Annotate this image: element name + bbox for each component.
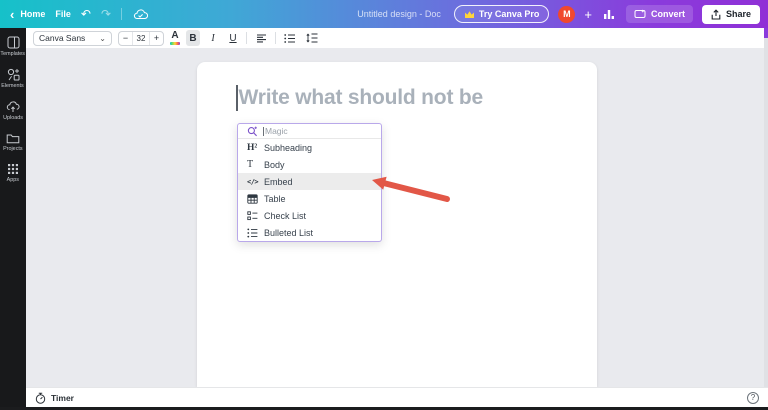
convert-label: Convert <box>650 9 685 19</box>
document-title[interactable]: Untitled design - Doc <box>357 9 441 19</box>
sidebar-item-label: Templates <box>0 51 26 57</box>
font-family-value: Canva Sans <box>39 33 86 43</box>
toolbar-divider <box>246 32 247 44</box>
document-canvas: Write what should not be Magic H² Subhea… <box>26 28 768 387</box>
sidebar-item-uploads[interactable]: Uploads <box>0 100 26 121</box>
font-size-value[interactable]: 32 <box>132 31 150 45</box>
apps-icon <box>8 164 18 174</box>
heading-line[interactable]: Write what should not be <box>236 85 483 111</box>
insert-element-dropdown: Magic H² Subheading T Body </> Embed Tab… <box>237 123 382 242</box>
bulleted-list-icon[interactable] <box>282 30 298 46</box>
font-size-decrease-button[interactable]: − <box>119 32 132 45</box>
topbar-divider <box>121 8 122 20</box>
menu-item-embed[interactable]: </> Embed <box>238 173 381 190</box>
font-size-stepper: − 32 + <box>118 30 164 46</box>
sidebar-item-label: Projects <box>3 146 23 152</box>
bold-button[interactable]: B <box>186 30 200 46</box>
timer-icon <box>35 392 46 404</box>
bulleted-list-icon <box>247 228 264 238</box>
redo-icon[interactable]: ↷ <box>101 8 111 20</box>
back-chevron-icon[interactable]: ‹ <box>10 8 14 21</box>
sidebar: Templates Elements Uploads Projects Apps <box>0 28 26 410</box>
crown-icon <box>464 10 474 18</box>
avatar[interactable]: M <box>558 5 576 23</box>
sidebar-item-apps[interactable]: Apps <box>0 163 26 183</box>
canva-doc-editor: ‹ Home File ↶ ↷ Untitled design - Doc Tr… <box>0 0 768 410</box>
uploads-icon <box>6 101 20 112</box>
try-canva-pro-label: Try Canva Pro <box>478 9 540 19</box>
elements-icon <box>7 68 19 81</box>
text-cursor <box>236 85 238 111</box>
statusbar: Timer ? <box>26 387 768 407</box>
font-size-increase-button[interactable]: + <box>150 32 163 45</box>
body-text-icon: T <box>247 159 254 170</box>
add-member-button[interactable]: + <box>584 7 592 22</box>
font-family-select[interactable]: Canva Sans ⌄ <box>33 30 112 46</box>
cloud-save-icon[interactable] <box>132 6 148 22</box>
underline-button[interactable]: U <box>226 30 240 46</box>
sidebar-item-label: Elements <box>1 83 25 89</box>
line-spacing-icon[interactable] <box>304 30 320 46</box>
projects-icon <box>6 134 20 144</box>
convert-button[interactable]: Convert <box>625 5 693 23</box>
timer-label: Timer <box>51 392 74 403</box>
menu-item-table[interactable]: Table <box>238 190 381 207</box>
sidebar-item-label: Apps <box>6 177 20 183</box>
sidebar-item-templates[interactable]: Templates <box>0 36 26 57</box>
share-label: Share <box>725 9 751 19</box>
sidebar-item-projects[interactable]: Projects <box>0 132 26 152</box>
text-color-button[interactable]: A <box>170 31 180 45</box>
help-button[interactable]: ? <box>747 391 759 404</box>
share-button[interactable]: Share <box>701 4 760 24</box>
topbar-left-group: ‹ Home File ↶ ↷ <box>0 6 148 22</box>
topbar-right-group: Untitled design - Doc Try Canva Pro M + <box>357 4 768 24</box>
timer-button[interactable]: Timer <box>35 392 74 404</box>
menu-item-body[interactable]: T Body <box>238 156 381 173</box>
text-color-letter: A <box>171 30 179 42</box>
format-toolbar: Canva Sans ⌄ − 32 + A B I U <box>26 28 768 48</box>
insights-chart-icon[interactable] <box>601 6 617 22</box>
sidebar-item-elements[interactable]: Elements <box>0 68 26 89</box>
convert-icon <box>634 9 646 18</box>
heading-placeholder-text: Write what should not be <box>238 86 484 109</box>
vertical-scrollbar[interactable] <box>764 28 768 387</box>
scrollbar-thumb[interactable] <box>764 28 768 38</box>
subheading-icon: H² <box>247 142 258 153</box>
toolbar-divider <box>275 32 276 44</box>
magic-search-placeholder: Magic <box>265 126 288 136</box>
try-canva-pro-button[interactable]: Try Canva Pro <box>453 5 550 23</box>
file-menu-button[interactable]: File <box>55 9 71 19</box>
share-icon <box>711 8 721 20</box>
topbar: ‹ Home File ↶ ↷ Untitled design - Doc Tr… <box>0 0 768 28</box>
rainbow-color-bar <box>170 42 180 45</box>
chevron-down-icon: ⌄ <box>99 33 106 43</box>
embed-code-icon: </> <box>247 177 259 186</box>
search-cursor <box>263 126 264 136</box>
menu-item-check-list[interactable]: Check List <box>238 207 381 224</box>
table-icon <box>247 193 264 204</box>
menu-item-subheading[interactable]: H² Subheading <box>238 139 381 156</box>
menu-item-bulleted-list[interactable]: Bulleted List <box>238 224 381 241</box>
italic-button[interactable]: I <box>206 30 220 46</box>
check-list-icon <box>247 210 264 221</box>
undo-icon[interactable]: ↶ <box>81 8 91 20</box>
templates-icon <box>7 36 19 49</box>
sidebar-item-label: Uploads <box>3 115 23 121</box>
magic-search-icon <box>247 126 257 136</box>
magic-search-input[interactable]: Magic <box>238 124 381 139</box>
home-button[interactable]: Home <box>20 9 45 19</box>
text-align-icon[interactable] <box>253 30 269 46</box>
